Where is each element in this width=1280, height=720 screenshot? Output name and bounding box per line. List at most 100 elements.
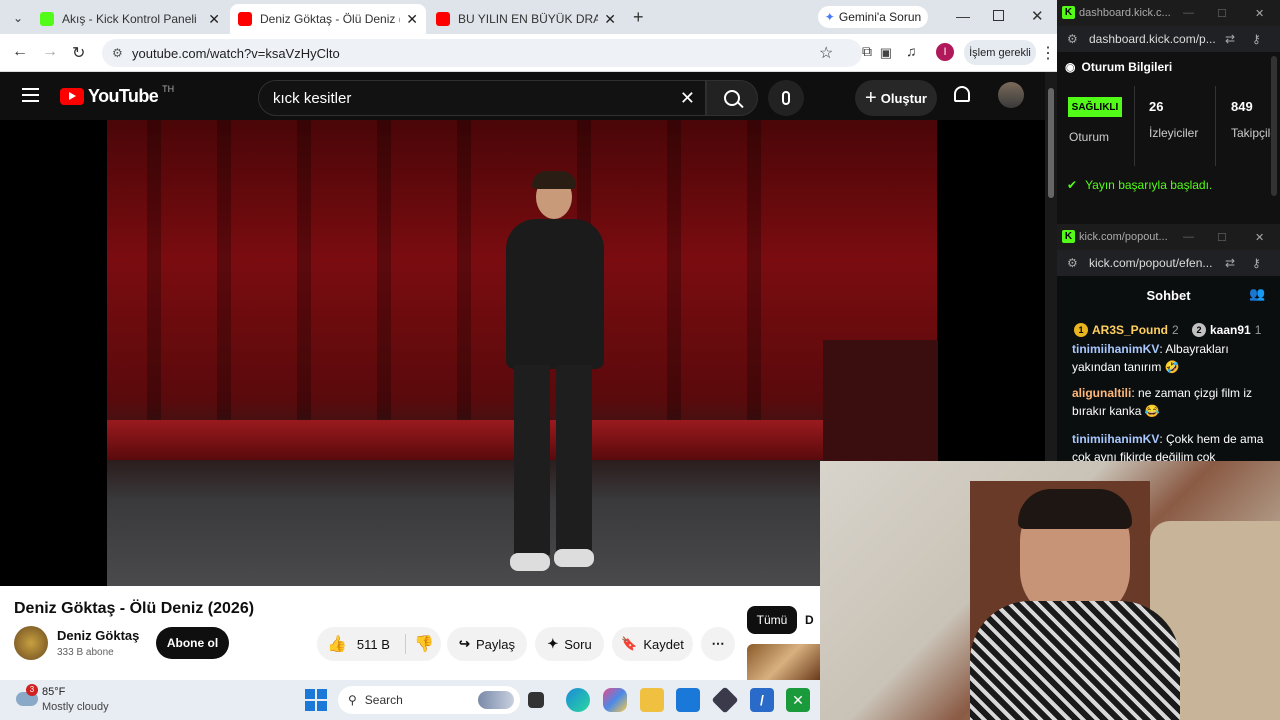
close-icon[interactable]: ✕ [208,11,220,28]
top-user-1[interactable]: 1 AR3S_Pound 2 [1074,323,1179,337]
youtube-logo-text: YouTube [88,86,159,106]
youtube-icon [238,12,252,26]
kick-icon [40,12,54,26]
kick-chat-url[interactable]: ⚙ kick.com/popout/efen... ⇄ ⚷ [1057,250,1280,276]
search-input[interactable]: kıck kesitler ✕ [258,80,706,116]
tab-search-dropdown[interactable]: ⌄ [8,8,28,28]
back-icon[interactable]: ← [12,43,28,61]
url-input[interactable]: ⚙ youtube.com/watch?v=ksaVzHyClto ▣ [102,39,892,67]
windows-start-icon[interactable] [304,688,328,712]
kick-icon: K [1062,230,1075,243]
action-required-button[interactable]: İşlem gerekli [964,40,1036,65]
viewers-label: İzleyiciler [1149,126,1199,140]
close-icon[interactable]: ✕ [604,11,616,28]
weather-widget[interactable]: 3 85°F Mostly cloudy [16,684,136,714]
chat-username[interactable]: tinimiihanimKV [1072,432,1159,446]
weather-condition: Mostly cloudy [42,701,109,713]
user-avatar[interactable] [998,82,1024,108]
kick-dashboard-url[interactable]: ⚙ dashboard.kick.com/p... ⇄ ⚷ [1057,26,1280,52]
tab-label: BU YILIN EN BÜYÜK DRAMASI [458,12,599,26]
editor-app-icon[interactable]: / [750,688,774,712]
scrollbar[interactable] [1271,56,1277,196]
menu-dots-icon[interactable]: ⋮ [1040,43,1056,63]
tab-youtube-video[interactable]: Deniz Göktaş - Ölü Deniz (2026) ✕ [230,4,426,34]
taskbar-search[interactable]: ⚲ Search [338,686,520,714]
close-window-button[interactable]: ✕ [1031,7,1044,25]
broadcast-icon: ◉ [1065,60,1076,74]
key-icon[interactable]: ⚷ [1252,32,1261,46]
chat-username[interactable]: tinimiihanimKV [1072,342,1159,356]
hamburger-menu-icon[interactable] [22,88,39,102]
media-control-icon[interactable]: ♫ [906,43,917,59]
chat-header: Sohbet [1146,288,1191,303]
close-window-button[interactable]: ✕ [1255,231,1264,244]
minimize-button[interactable]: — [1183,231,1194,243]
search-icon: ⚲ [348,693,357,707]
share-icon: ↪ [459,636,470,651]
dislike-icon[interactable]: 👎 [405,634,434,654]
minimize-button[interactable]: — [1183,7,1194,19]
chat-username[interactable]: aligunaltili [1072,386,1131,400]
profile-avatar[interactable]: I [936,43,954,61]
gemini-button[interactable]: ✦ Gemini'a Sorun [818,6,928,28]
youtube-logo[interactable]: YouTube TH [60,83,175,107]
related-video-thumbnail[interactable] [747,644,820,680]
channel-name[interactable]: Deniz Göktaş [57,628,139,643]
create-button[interactable]: + Oluştur [855,80,937,116]
rank-badge: 1 [1074,323,1088,337]
xbox-icon[interactable]: ✕ [786,688,810,712]
share-button[interactable]: ↪ Paylaş [447,627,527,661]
translate-icon[interactable]: ⇄ [1225,256,1235,270]
search-highlight-icon [478,691,514,709]
channel-avatar[interactable] [14,626,48,660]
clear-search-icon[interactable]: ✕ [680,88,695,109]
ask-button[interactable]: ✦ Soru [535,627,604,661]
search-button[interactable] [706,80,758,116]
notifications-bell-icon[interactable] [954,86,970,102]
translate-icon[interactable]: ⇄ [1225,32,1235,46]
install-icon[interactable]: ▣ [880,45,892,61]
chip-all[interactable]: Tümü [747,606,797,634]
bookmark-star-icon[interactable]: ☆ [819,43,833,63]
region-code: TH [162,83,175,94]
copilot-icon[interactable] [603,688,627,712]
kick-dashboard-titlebar: K dashboard.kick.c... — ☐ ✕ [1057,0,1280,26]
task-view-icon[interactable] [528,692,544,708]
top-user-2[interactable]: 2 kaan91 1 [1192,323,1261,337]
tab-drama-video[interactable]: BU YILIN EN BÜYÜK DRAMASI ✕ [428,4,624,34]
stats-divider [1134,86,1135,166]
chat-users-icon[interactable]: 👥 [1249,286,1265,302]
reload-icon[interactable]: ↻ [72,43,85,63]
tab-kick-panel[interactable]: Akış - Kick Kontrol Paneli ✕ [32,4,228,34]
temperature: 85°F [42,686,66,698]
save-button[interactable]: 🔖 Kaydet [612,627,693,661]
new-tab-button[interactable]: + [633,7,644,28]
search-value: kıck kesitler [273,89,352,107]
close-window-button[interactable]: ✕ [1255,7,1264,20]
save-label: Kaydet [643,636,684,652]
forward-icon[interactable]: → [42,43,58,61]
extensions-icon[interactable]: ⧉ [862,43,872,60]
maximize-button[interactable]: ☐ [1217,7,1227,20]
file-explorer-icon[interactable] [640,688,664,712]
subscribe-button[interactable]: Abone ol [156,627,229,659]
key-icon[interactable]: ⚷ [1252,256,1261,270]
webcam-overlay [820,461,1280,720]
more-actions-button[interactable]: ⋯ [701,627,735,661]
search-label: Search [364,693,403,707]
plus-icon: + [865,86,877,109]
bookmark-icon: 🔖 [621,636,638,651]
voice-search-button[interactable] [768,80,804,116]
maximize-button[interactable]: ☐ [1217,231,1227,244]
close-icon[interactable]: ✕ [406,11,418,28]
app-cube-icon[interactable] [711,686,739,714]
minimize-button[interactable]: — [956,8,970,24]
edge-browser-icon[interactable] [566,688,590,712]
youtube-play-icon [60,88,84,105]
chat-message: tinimiihanimKV: Albayrakları yakından ta… [1072,342,1229,374]
maximize-button[interactable] [993,10,1004,21]
site-info-icon[interactable]: ⚙ [112,46,123,60]
like-button[interactable]: 👍 511 B 👎 [317,627,441,661]
video-title: Deniz Göktaş - Ölü Deniz (2026) [14,600,255,617]
store-icon[interactable] [676,688,700,712]
